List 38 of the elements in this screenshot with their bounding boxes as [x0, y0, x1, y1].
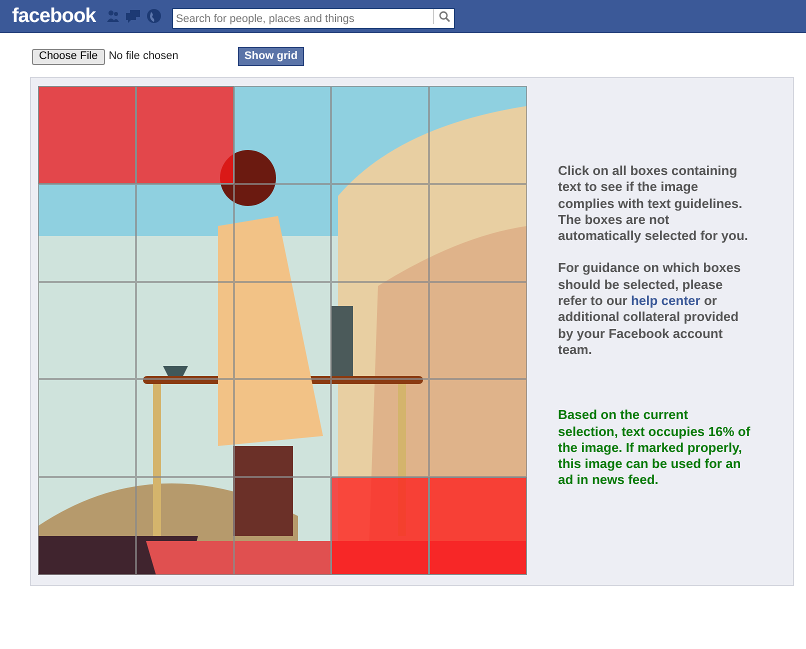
grid-cell[interactable] [331, 86, 430, 184]
grid-cell[interactable] [136, 184, 234, 282]
show-grid-button[interactable]: Show grid [238, 47, 304, 66]
messages-icon[interactable] [126, 10, 140, 22]
grid-cell[interactable] [429, 379, 527, 478]
grid-cell[interactable] [429, 477, 527, 575]
grid-cell[interactable] [234, 184, 332, 282]
grid-cell[interactable] [38, 86, 136, 184]
grid-cell[interactable] [38, 379, 136, 478]
result-text: Based on the current selection, text occupies 16% of the image. If marked properly, this image can be used for an ad in news feed. [558, 407, 751, 489]
grid-cell[interactable] [234, 379, 332, 478]
file-status: No file chosen [108, 49, 178, 64]
instructions-text: Click on all boxes containing text to see if the image complies with text guidelines. The boxes are not automatically selected for you. [558, 163, 750, 244]
grid-cell[interactable] [136, 379, 234, 478]
grid-cell[interactable] [331, 477, 430, 575]
grid-cell[interactable] [38, 477, 136, 575]
grid-cell[interactable] [234, 282, 332, 380]
search-icon[interactable] [438, 10, 450, 22]
friends-icon[interactable] [106, 9, 120, 23]
search-field[interactable]: Search for people, places and things [172, 8, 455, 29]
guidance-text: For guidance on which boxes should be selected, please refer to our help center or additional collateral provided by your Facebook account team. [558, 260, 742, 358]
help-center-link[interactable]: help center [630, 293, 700, 308]
grid-cell[interactable] [234, 477, 332, 575]
grid-cell[interactable] [136, 86, 234, 184]
globe-icon[interactable] [146, 9, 161, 23]
grid-cell[interactable] [429, 86, 527, 184]
grid-cell[interactable] [429, 184, 527, 282]
grid-cell[interactable] [38, 184, 136, 282]
logo[interactable]: facebook [12, 6, 96, 26]
grid-cell[interactable] [234, 86, 332, 184]
grid-cell[interactable] [429, 282, 527, 380]
choose-file-button[interactable]: Choose File [32, 48, 105, 64]
grid-cell[interactable] [331, 282, 430, 380]
grid-cell[interactable] [331, 379, 430, 478]
grid-cell[interactable] [331, 184, 430, 282]
grid-cell[interactable] [38, 282, 136, 380]
grid-cell[interactable] [136, 477, 234, 575]
grid-cell[interactable] [136, 282, 234, 380]
